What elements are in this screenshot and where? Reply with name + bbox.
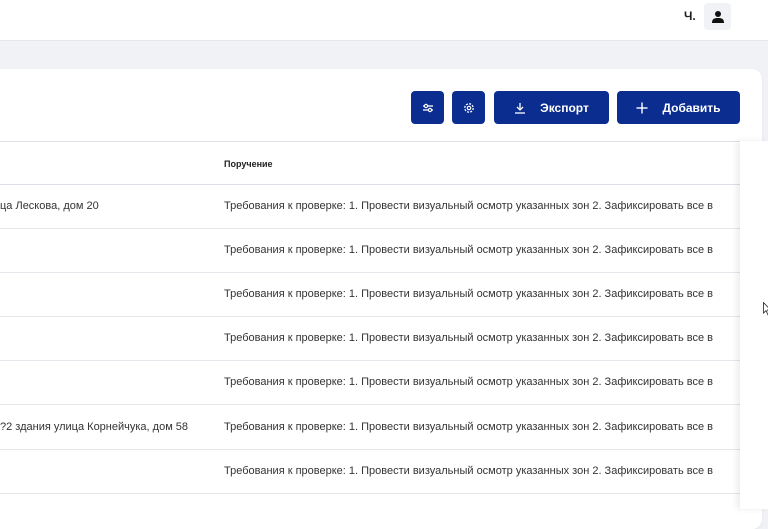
table-overflow-shadow: [740, 141, 768, 509]
filter-button[interactable]: [411, 91, 444, 124]
settings-button[interactable]: [452, 91, 485, 124]
cell-order: Требования к проверке: 1. Провести визуа…: [224, 332, 713, 344]
table-row[interactable]: Требования к проверке: 1. Провести визуа…: [0, 273, 740, 317]
export-label: Экспорт: [540, 100, 589, 115]
plus-icon: [636, 102, 648, 114]
table-header: Поручение: [0, 141, 740, 185]
cell-order: Требования к проверке: 1. Провести визуа…: [224, 200, 713, 212]
table-row[interactable]: Требования к проверке: 1. Провести визуа…: [0, 361, 740, 405]
cell-address: ?2 здания улица Корнейчука, дом 58: [0, 421, 189, 433]
cell-order: Требования к проверке: 1. Провести визуа…: [224, 244, 713, 256]
table-row[interactable]: ?2 здания улица Корнейчука, дом 58 Требо…: [0, 406, 740, 450]
orders-table: Поручение ца Лескова, дом 20 Требования …: [0, 141, 740, 509]
gear-icon: [462, 101, 476, 115]
download-icon: [514, 102, 526, 114]
table-row[interactable]: Требования к проверке: 1. Провести визуа…: [0, 450, 740, 494]
table-row[interactable]: Требования к проверке: 1. Провести визуа…: [0, 229, 740, 273]
top-bar: Ч.: [0, 0, 768, 41]
cell-order: Требования к проверке: 1. Провести визуа…: [224, 465, 713, 477]
sliders-icon: [421, 101, 435, 115]
cell-order: Требования к проверке: 1. Провести визуа…: [224, 288, 713, 300]
cell-address: ца Лескова, дом 20: [0, 200, 99, 212]
cell-order: Требования к проверке: 1. Провести визуа…: [224, 376, 713, 388]
table-row[interactable]: Требования к проверке: 1. Провести визуа…: [0, 317, 740, 361]
user-icon[interactable]: [704, 3, 731, 30]
mouse-cursor-icon: [763, 302, 768, 316]
user-name[interactable]: Ч.: [684, 9, 696, 23]
export-button[interactable]: Экспорт: [494, 91, 609, 124]
cell-order: Требования к проверке: 1. Провести визуа…: [224, 421, 713, 433]
column-header-order[interactable]: Поручение: [224, 159, 273, 169]
add-label: Добавить: [662, 100, 721, 115]
add-button[interactable]: Добавить: [617, 91, 740, 124]
table-row[interactable]: ца Лескова, дом 20 Требования к проверке…: [0, 185, 740, 229]
